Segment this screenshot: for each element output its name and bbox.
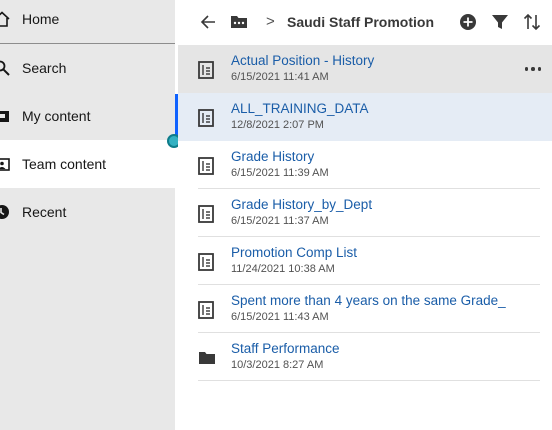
search-icon xyxy=(0,60,10,76)
back-arrow-icon[interactable] xyxy=(198,12,218,32)
item-name[interactable]: Grade History xyxy=(231,149,314,164)
item-name[interactable]: Promotion Comp List xyxy=(231,245,357,260)
filter-icon[interactable] xyxy=(490,12,510,32)
sidebar-item-label: Search xyxy=(22,60,67,76)
sidebar-item-my-content[interactable]: My content xyxy=(0,92,175,140)
report-icon xyxy=(198,109,216,127)
report-icon xyxy=(198,205,216,223)
row-divider xyxy=(198,380,540,381)
sidebar-item-label: Recent xyxy=(22,204,67,220)
report-icon xyxy=(198,61,216,79)
list-item[interactable]: Actual Position - History 6/15/2021 11:4… xyxy=(178,45,552,93)
item-date: 6/15/2021 11:39 AM xyxy=(231,167,329,179)
sidebar-item-label: My content xyxy=(22,108,91,124)
sidebar-item-label: Home xyxy=(22,11,60,27)
item-name[interactable]: Spent more than 4 years on the same Grad… xyxy=(231,293,506,308)
report-icon xyxy=(198,157,216,175)
folder-icon xyxy=(0,108,10,124)
list-item[interactable]: Grade History_by_Dept 6/15/2021 11:37 AM xyxy=(178,189,552,237)
content-panel: > Saudi Staff Promotion Actual Position … xyxy=(178,0,552,430)
sort-icon[interactable] xyxy=(522,12,542,32)
sidebar-item-home[interactable]: Home xyxy=(0,0,175,43)
item-date: 12/8/2021 2:07 PM xyxy=(231,119,324,131)
list-item[interactable]: Staff Performance 10/3/2021 8:27 AM xyxy=(178,333,552,381)
item-date: 10/3/2021 8:27 AM xyxy=(231,359,324,371)
folder-breadcrumb-icon[interactable] xyxy=(229,12,249,32)
page-title: Saudi Staff Promotion xyxy=(287,14,434,30)
item-name[interactable]: Staff Performance xyxy=(231,341,340,356)
toolbar: > Saudi Staff Promotion xyxy=(178,0,552,44)
clock-icon xyxy=(0,204,10,220)
home-icon xyxy=(0,11,10,27)
item-date: 6/15/2021 11:41 AM xyxy=(231,71,329,83)
report-icon xyxy=(198,301,216,319)
sidebar-item-recent[interactable]: Recent xyxy=(0,188,175,236)
item-name[interactable]: Grade History_by_Dept xyxy=(231,197,372,212)
report-icon xyxy=(198,253,216,271)
item-date: 6/15/2021 11:37 AM xyxy=(231,215,329,227)
more-options-icon[interactable] xyxy=(524,61,542,77)
item-date: 6/15/2021 11:43 AM xyxy=(231,311,329,323)
sidebar-item-search[interactable]: Search xyxy=(0,44,175,92)
folder-icon xyxy=(198,349,216,367)
breadcrumb-separator: > xyxy=(266,13,275,30)
item-name[interactable]: ALL_TRAINING_DATA xyxy=(231,101,369,116)
list-item[interactable]: Spent more than 4 years on the same Grad… xyxy=(178,285,552,333)
item-name[interactable]: Actual Position - History xyxy=(231,53,374,68)
team-folder-icon xyxy=(0,156,10,172)
sidebar-item-label: Team content xyxy=(22,156,107,172)
list-item[interactable]: ALL_TRAINING_DATA 12/8/2021 2:07 PM xyxy=(178,93,552,141)
item-date: 11/24/2021 10:38 AM xyxy=(231,263,335,275)
add-icon[interactable] xyxy=(458,12,478,32)
sidebar-item-team-content[interactable]: Team content xyxy=(0,140,175,188)
list-item[interactable]: Promotion Comp List 11/24/2021 10:38 AM xyxy=(178,237,552,285)
sidebar: Home Search My content Team content Rece… xyxy=(0,0,175,430)
list-item[interactable]: Grade History 6/15/2021 11:39 AM xyxy=(178,141,552,189)
